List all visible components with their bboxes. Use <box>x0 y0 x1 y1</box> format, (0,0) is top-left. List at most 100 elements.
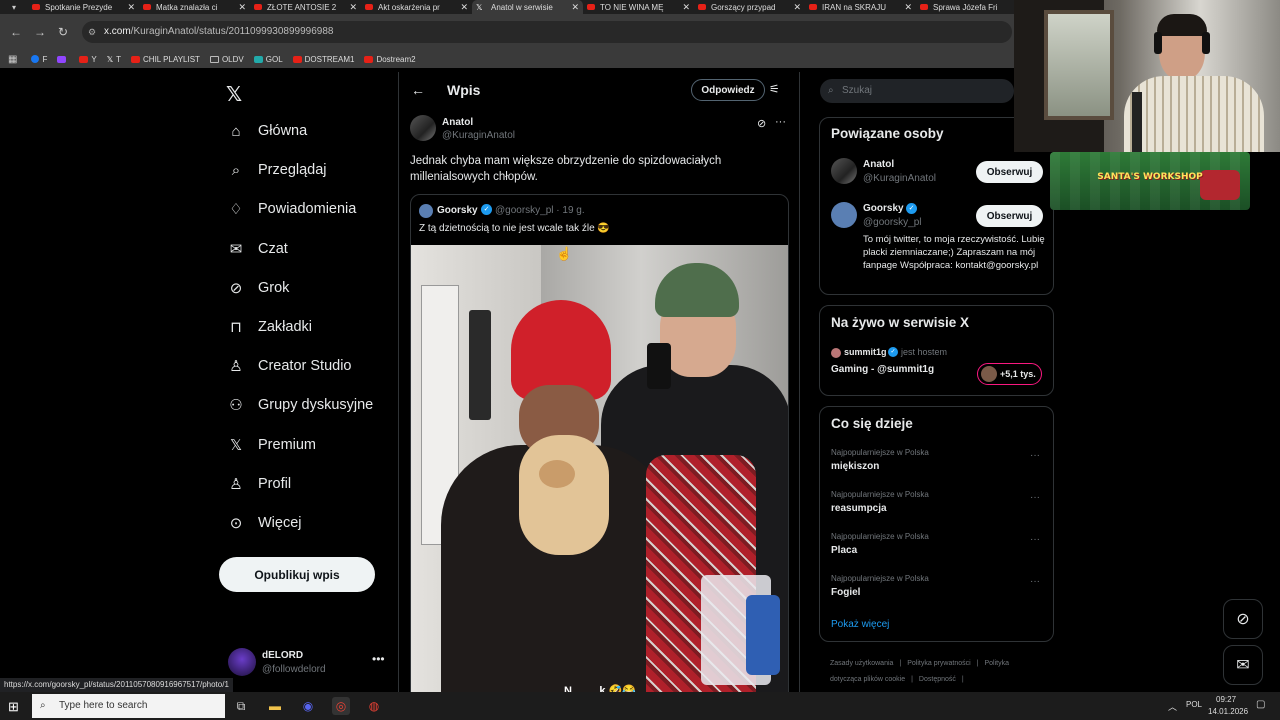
listeners-pill[interactable]: +5,1 tys. <box>977 363 1042 385</box>
more-dots-icon[interactable]: ··· <box>1030 450 1040 461</box>
browser-tab[interactable]: TO NIE WINA MĘ ✕ <box>583 0 694 14</box>
more-dots-icon[interactable]: ••• <box>372 652 385 666</box>
file-explorer-icon[interactable]: ▬ <box>266 697 284 715</box>
nav-item[interactable]: ⊓ Zakładki <box>226 315 312 339</box>
nav-item[interactable]: ⚇ Grupy dyskusyjne <box>226 393 373 417</box>
clock-date[interactable]: 14.01.2026 <box>1208 707 1248 716</box>
close-tab-icon[interactable]: ✕ <box>460 2 468 13</box>
reload-icon[interactable]: ↻ <box>58 25 68 39</box>
url-field[interactable]: ⚙ x.com/KuraginAnatol/status/20110999308… <box>82 21 1012 43</box>
more-dots-icon[interactable]: ··· <box>775 116 786 128</box>
close-tab-icon[interactable]: ✕ <box>904 2 912 13</box>
forward-arrow-icon[interactable]: → <box>34 25 46 39</box>
nav-item[interactable]: ⌂ Główna <box>226 119 307 143</box>
post-button[interactable]: Opublikuj wpis <box>219 557 375 592</box>
tab-search-icon[interactable]: ▾ <box>0 0 28 14</box>
close-tab-icon[interactable]: ✕ <box>349 2 357 13</box>
youtube-icon <box>131 55 141 63</box>
photo-blue-bag <box>746 595 780 675</box>
discord-icon[interactable]: ◉ <box>299 697 317 715</box>
groups-icon: ⚇ <box>229 397 243 415</box>
browser-tab[interactable]: ZŁOTE ANTOSIE 2 ✕ <box>250 0 361 14</box>
author-avatar[interactable] <box>410 115 436 141</box>
more-dots-icon[interactable]: ··· <box>1030 534 1040 545</box>
browser-tab[interactable]: Matka znalazła ci ✕ <box>139 0 250 14</box>
photo-caption: N.........k 🤣😂 <box>563 685 636 692</box>
bookmark-y[interactable]: Y <box>79 55 97 64</box>
reply-button[interactable]: Odpowiedz <box>691 79 765 101</box>
nav-item[interactable]: ♢ Powiadomienia <box>226 197 356 221</box>
grok-icon[interactable]: ⊘ <box>757 117 766 130</box>
close-tab-icon[interactable]: ✕ <box>793 2 801 13</box>
browser-tab[interactable]: Gorszący przypad ✕ <box>694 0 805 14</box>
bookmark-twitch[interactable] <box>57 55 69 63</box>
nav-item[interactable]: ⌕ Przeglądaj <box>226 158 327 182</box>
browser-tab[interactable]: Sprawa Józefa Fri✕ <box>916 0 1027 14</box>
windows-start-icon[interactable]: ⊞ <box>8 699 19 715</box>
close-tab-icon[interactable]: ✕ <box>238 2 246 13</box>
show-more-link[interactable]: Pokaż więcej <box>831 619 889 630</box>
close-tab-icon[interactable]: ✕ <box>682 2 690 13</box>
bookmark-t[interactable]: 𝕏T <box>107 55 121 64</box>
youtube-icon <box>698 4 706 10</box>
close-tab-icon[interactable]: ✕ <box>127 2 135 13</box>
nav-item[interactable]: 𝕏 Premium <box>226 433 316 457</box>
trend-name[interactable]: Fogiel <box>831 587 860 598</box>
chrome-icon[interactable]: ◎ <box>332 697 350 715</box>
quote-author-name: Goorsky <box>437 205 478 216</box>
browser-tab[interactable]: Akt oskarżenia pr ✕ <box>361 0 472 14</box>
grok-fab-icon[interactable]: ⊘ <box>1223 599 1263 639</box>
webcam-overlay <box>1014 0 1280 152</box>
taskbar-search-input[interactable]: ⌕ Type here to search <box>32 694 225 718</box>
browser-tab[interactable]: 𝕏 Anatol w serwisie ✕ <box>472 0 583 14</box>
trend-name[interactable]: miękiszon <box>831 461 879 472</box>
footer-link[interactable]: Dostępność <box>919 676 956 683</box>
obs-icon[interactable]: ◍ <box>365 697 383 715</box>
author-name[interactable]: Anatol <box>442 117 473 128</box>
author-handle[interactable]: @KuraginAnatol <box>442 130 515 141</box>
follow-button[interactable]: Obserwuj <box>976 161 1043 183</box>
x-logo-icon[interactable]: 𝕏 <box>226 82 242 106</box>
notification-icon[interactable]: ▢ <box>1256 699 1265 710</box>
person-name: Goorsky <box>863 203 904 214</box>
language-indicator[interactable]: POL <box>1186 700 1202 709</box>
more-dots-icon[interactable]: ··· <box>1030 492 1040 503</box>
bookmark-chil-playlist[interactable]: CHIL PLAYLIST <box>131 55 200 64</box>
nav-item[interactable]: ⊙ Więcej <box>226 511 302 535</box>
site-info-icon[interactable]: ⚙ <box>88 21 96 43</box>
close-tab-icon[interactable]: ✕ <box>571 2 579 13</box>
task-view-icon[interactable]: ⧉ <box>232 697 250 715</box>
apps-grid-icon[interactable]: ▦ <box>8 54 17 65</box>
nav-item[interactable]: ♙ Creator Studio <box>226 354 351 378</box>
bookmark-dostream1[interactable]: DOSTREAM1 <box>292 55 354 64</box>
bookmark-gol[interactable]: GOL <box>253 55 283 64</box>
live-panel[interactable]: Na żywo w serwisie X summit1g ✓ jest hos… <box>819 305 1054 396</box>
browser-tab[interactable]: IRAN na SKRAJU ✕ <box>805 0 916 14</box>
messages-fab-icon[interactable]: ✉ <box>1223 645 1263 685</box>
back-arrow-icon[interactable]: ← <box>411 82 425 98</box>
bookmark-f[interactable]: F <box>31 55 47 64</box>
tab-title: Anatol w serwisie <box>491 2 553 12</box>
nav-item[interactable]: ♙ Profil <box>226 472 291 496</box>
account-switcher[interactable]: dELORD @followdelord ••• <box>226 646 386 680</box>
nav-item[interactable]: ⊘ Grok <box>226 276 290 300</box>
quote-photo[interactable] <box>411 245 788 692</box>
follow-button[interactable]: Obserwuj <box>976 205 1043 227</box>
trend-name[interactable]: Placa <box>831 545 857 556</box>
nav-item[interactable]: ✉ Czat <box>226 237 288 261</box>
browser-tab[interactable]: Spotkanie Prezyde ✕ <box>28 0 139 14</box>
back-arrow-icon[interactable]: ← <box>10 25 22 39</box>
trend-name[interactable]: reasumpcja <box>831 503 887 514</box>
more-dots-icon[interactable]: ··· <box>1030 576 1040 587</box>
quoted-post[interactable]: Goorsky ✓ @goorsky_pl · 19 g. Z tą dziet… <box>410 194 789 692</box>
nav-item-label: Powiadomienia <box>258 201 357 218</box>
filter-sliders-icon[interactable]: ⚟ <box>769 82 780 96</box>
footer-link[interactable]: Zasady użytkowania <box>830 660 893 667</box>
bookmark-dostream2[interactable]: Dostream2 <box>364 55 416 64</box>
search-input[interactable]: ⌕ Szukaj <box>820 79 1014 103</box>
clock-time[interactable]: 09:27 <box>1216 695 1236 704</box>
chevron-up-icon[interactable]: ︿ <box>1168 700 1177 713</box>
trend-category: Najpopularniejsze w Polska <box>831 532 929 541</box>
bookmark-oldv[interactable]: OLDV <box>209 55 244 64</box>
footer-link[interactable]: Polityka prywatności <box>907 660 970 667</box>
